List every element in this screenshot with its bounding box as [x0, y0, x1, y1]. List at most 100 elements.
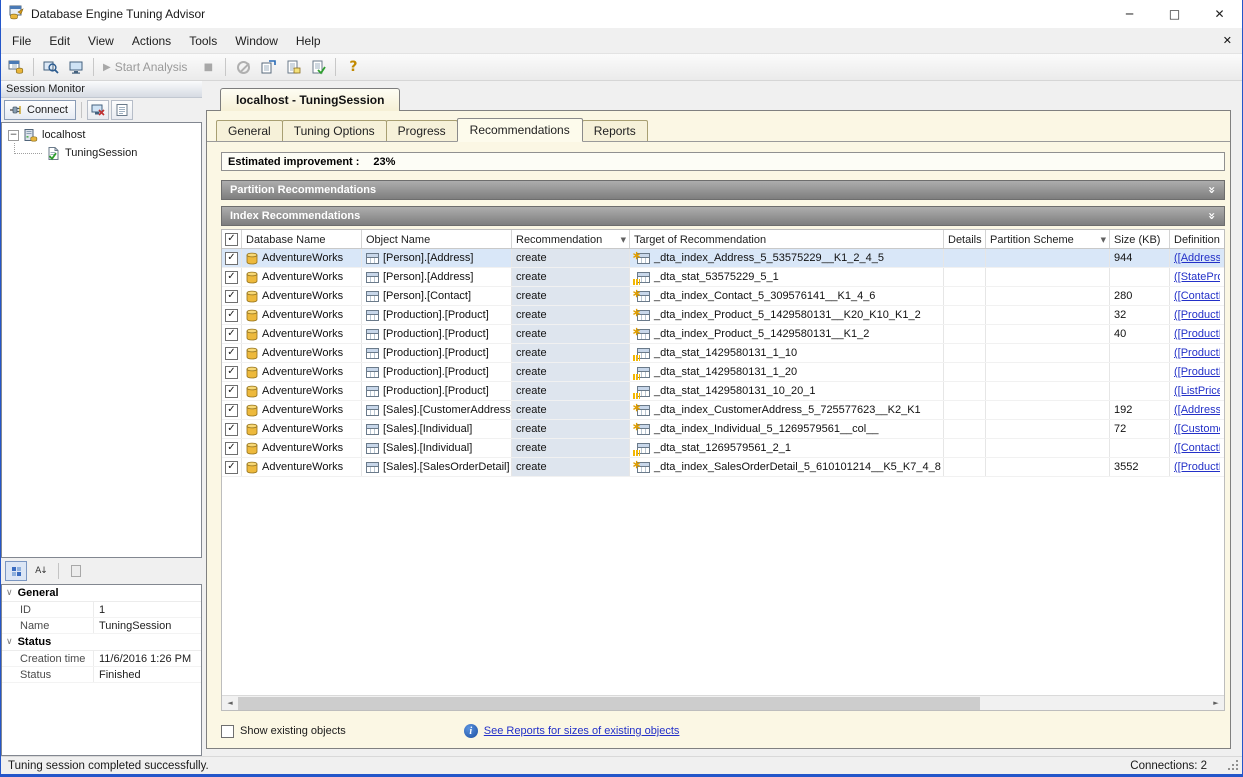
- scroll-right-button[interactable]: ►: [1208, 696, 1224, 710]
- row-checkbox[interactable]: ✓: [225, 290, 238, 303]
- partition-scheme-cell[interactable]: [986, 382, 1110, 400]
- see-reports-link[interactable]: See Reports for sizes of existing object…: [484, 725, 680, 737]
- partition-scheme-cell[interactable]: [986, 287, 1110, 305]
- partition-scheme-cell[interactable]: [986, 249, 1110, 267]
- recommendation-cell[interactable]: create: [512, 268, 630, 286]
- property-category-status[interactable]: ∨ Status: [2, 634, 201, 651]
- definition-link[interactable]: ([ContactID]: [1174, 290, 1220, 302]
- stop-analysis-button[interactable]: ■: [197, 56, 219, 78]
- apply-recommendations-button[interactable]: [307, 56, 329, 78]
- recommendation-cell[interactable]: create: [512, 458, 630, 476]
- property-row-id[interactable]: ID 1: [2, 602, 201, 618]
- expand-chevron-icon[interactable]: »: [1205, 186, 1219, 194]
- tab-reports[interactable]: Reports: [582, 120, 648, 141]
- column-header-definition[interactable]: Definition: [1170, 230, 1224, 248]
- row-checkbox[interactable]: ✓: [225, 423, 238, 436]
- definition-link[interactable]: ([StateProvi: [1174, 271, 1220, 283]
- open-file-button[interactable]: [40, 56, 62, 78]
- partition-scheme-cell[interactable]: [986, 363, 1110, 381]
- definition-link[interactable]: ([ProductID]: [1174, 461, 1220, 473]
- maximize-button[interactable]: □: [1152, 0, 1197, 28]
- column-header-size[interactable]: Size (KB): [1110, 230, 1170, 248]
- connect-button[interactable]: Connect: [4, 100, 76, 120]
- column-header-database-name[interactable]: Database Name: [242, 230, 362, 248]
- definition-link[interactable]: ([AddressID]: [1174, 404, 1220, 416]
- table-row[interactable]: ✓ AdventureWorks [Person].[Address] crea…: [222, 249, 1224, 268]
- import-workload-button[interactable]: [257, 56, 279, 78]
- index-recommendations-header[interactable]: Index Recommendations »: [221, 206, 1225, 226]
- table-row[interactable]: ✓ AdventureWorks [Production].[Product] …: [222, 325, 1224, 344]
- menu-file[interactable]: File: [3, 30, 40, 52]
- recommendation-cell[interactable]: create: [512, 306, 630, 324]
- recommendation-cell[interactable]: create: [512, 382, 630, 400]
- session-properties-button[interactable]: [111, 100, 133, 120]
- partition-scheme-cell[interactable]: [986, 401, 1110, 419]
- partition-scheme-cell[interactable]: [986, 439, 1110, 457]
- recommendation-cell[interactable]: create: [512, 439, 630, 457]
- recommendation-cell[interactable]: create: [512, 401, 630, 419]
- table-row[interactable]: ✓ AdventureWorks [Production].[Product] …: [222, 306, 1224, 325]
- tree-item-localhost[interactable]: − localhost: [2, 126, 201, 144]
- recommendation-cell[interactable]: create: [512, 344, 630, 362]
- start-analysis-button[interactable]: ▶ Start Analysis: [100, 56, 194, 78]
- clear-results-button[interactable]: [232, 56, 254, 78]
- column-header-recommendation[interactable]: Recommendation ▼: [512, 230, 630, 248]
- row-checkbox[interactable]: ✓: [225, 347, 238, 360]
- menu-window[interactable]: Window: [226, 30, 287, 52]
- alphabetical-sort-button[interactable]: A↓: [30, 561, 52, 581]
- recommendation-cell[interactable]: create: [512, 287, 630, 305]
- tree-expander-icon[interactable]: −: [8, 130, 19, 141]
- table-row[interactable]: ✓ AdventureWorks [Sales].[Individual] cr…: [222, 420, 1224, 439]
- property-row-creation-time[interactable]: Creation time 11/6/2016 1:26 PM: [2, 651, 201, 667]
- recommendation-cell[interactable]: create: [512, 420, 630, 438]
- row-checkbox[interactable]: ✓: [225, 252, 238, 265]
- partition-scheme-cell[interactable]: [986, 344, 1110, 362]
- menu-tools[interactable]: Tools: [180, 30, 226, 52]
- open-session-button[interactable]: [65, 56, 87, 78]
- tab-progress[interactable]: Progress: [386, 120, 458, 141]
- recommendation-cell[interactable]: create: [512, 363, 630, 381]
- resize-grip[interactable]: [1228, 760, 1238, 770]
- menu-help[interactable]: Help: [287, 30, 330, 52]
- tab-tuning-options[interactable]: Tuning Options: [282, 120, 387, 141]
- property-row-status[interactable]: Status Finished: [2, 667, 201, 683]
- close-document-icon[interactable]: ✕: [1223, 34, 1232, 47]
- filter-dropdown-icon[interactable]: ▼: [1101, 236, 1106, 244]
- row-checkbox[interactable]: ✓: [225, 309, 238, 322]
- partition-scheme-cell[interactable]: [986, 420, 1110, 438]
- definition-link[interactable]: ([Customer: [1174, 423, 1220, 435]
- row-checkbox[interactable]: ✓: [225, 404, 238, 417]
- definition-link[interactable]: ([AddressID]: [1174, 252, 1220, 264]
- new-session-button[interactable]: [5, 56, 27, 78]
- partition-recommendations-header[interactable]: Partition Recommendations »: [221, 180, 1225, 200]
- partition-scheme-cell[interactable]: [986, 268, 1110, 286]
- recommendation-cell[interactable]: create: [512, 325, 630, 343]
- menu-edit[interactable]: Edit: [40, 30, 79, 52]
- column-header-target[interactable]: Target of Recommendation: [630, 230, 944, 248]
- column-header-details[interactable]: Details: [944, 230, 986, 248]
- table-row[interactable]: ✓ AdventureWorks [Sales].[Individual] cr…: [222, 439, 1224, 458]
- filter-dropdown-icon[interactable]: ▼: [621, 236, 626, 244]
- export-recommendations-button[interactable]: [282, 56, 304, 78]
- definition-link[interactable]: ([ListPrice],: [1174, 385, 1220, 397]
- property-pages-button[interactable]: [65, 561, 87, 581]
- recommendation-cell[interactable]: create: [512, 249, 630, 267]
- row-checkbox[interactable]: ✓: [225, 461, 238, 474]
- table-row[interactable]: ✓ AdventureWorks [Person].[Contact] crea…: [222, 287, 1224, 306]
- expand-chevron-icon[interactable]: »: [1205, 212, 1219, 220]
- column-header-partition-scheme[interactable]: Partition Scheme ▼: [986, 230, 1110, 248]
- tab-general[interactable]: General: [216, 120, 283, 141]
- table-row[interactable]: ✓ AdventureWorks [Sales].[SalesOrderDeta…: [222, 458, 1224, 477]
- session-document-tab[interactable]: localhost - TuningSession: [220, 88, 400, 111]
- help-button[interactable]: ?: [342, 56, 364, 78]
- scroll-left-button[interactable]: ◄: [222, 696, 238, 710]
- table-row[interactable]: ✓ AdventureWorks [Sales].[CustomerAddres…: [222, 401, 1224, 420]
- definition-link[interactable]: ([ProductID]: [1174, 347, 1220, 359]
- partition-scheme-cell[interactable]: [986, 306, 1110, 324]
- definition-link[interactable]: ([ProductMo: [1174, 309, 1220, 321]
- row-checkbox[interactable]: ✓: [225, 366, 238, 379]
- minimize-button[interactable]: ─: [1107, 0, 1152, 28]
- menu-actions[interactable]: Actions: [123, 30, 180, 52]
- definition-link[interactable]: ([ProductID]: [1174, 328, 1220, 340]
- column-header-object-name[interactable]: Object Name: [362, 230, 512, 248]
